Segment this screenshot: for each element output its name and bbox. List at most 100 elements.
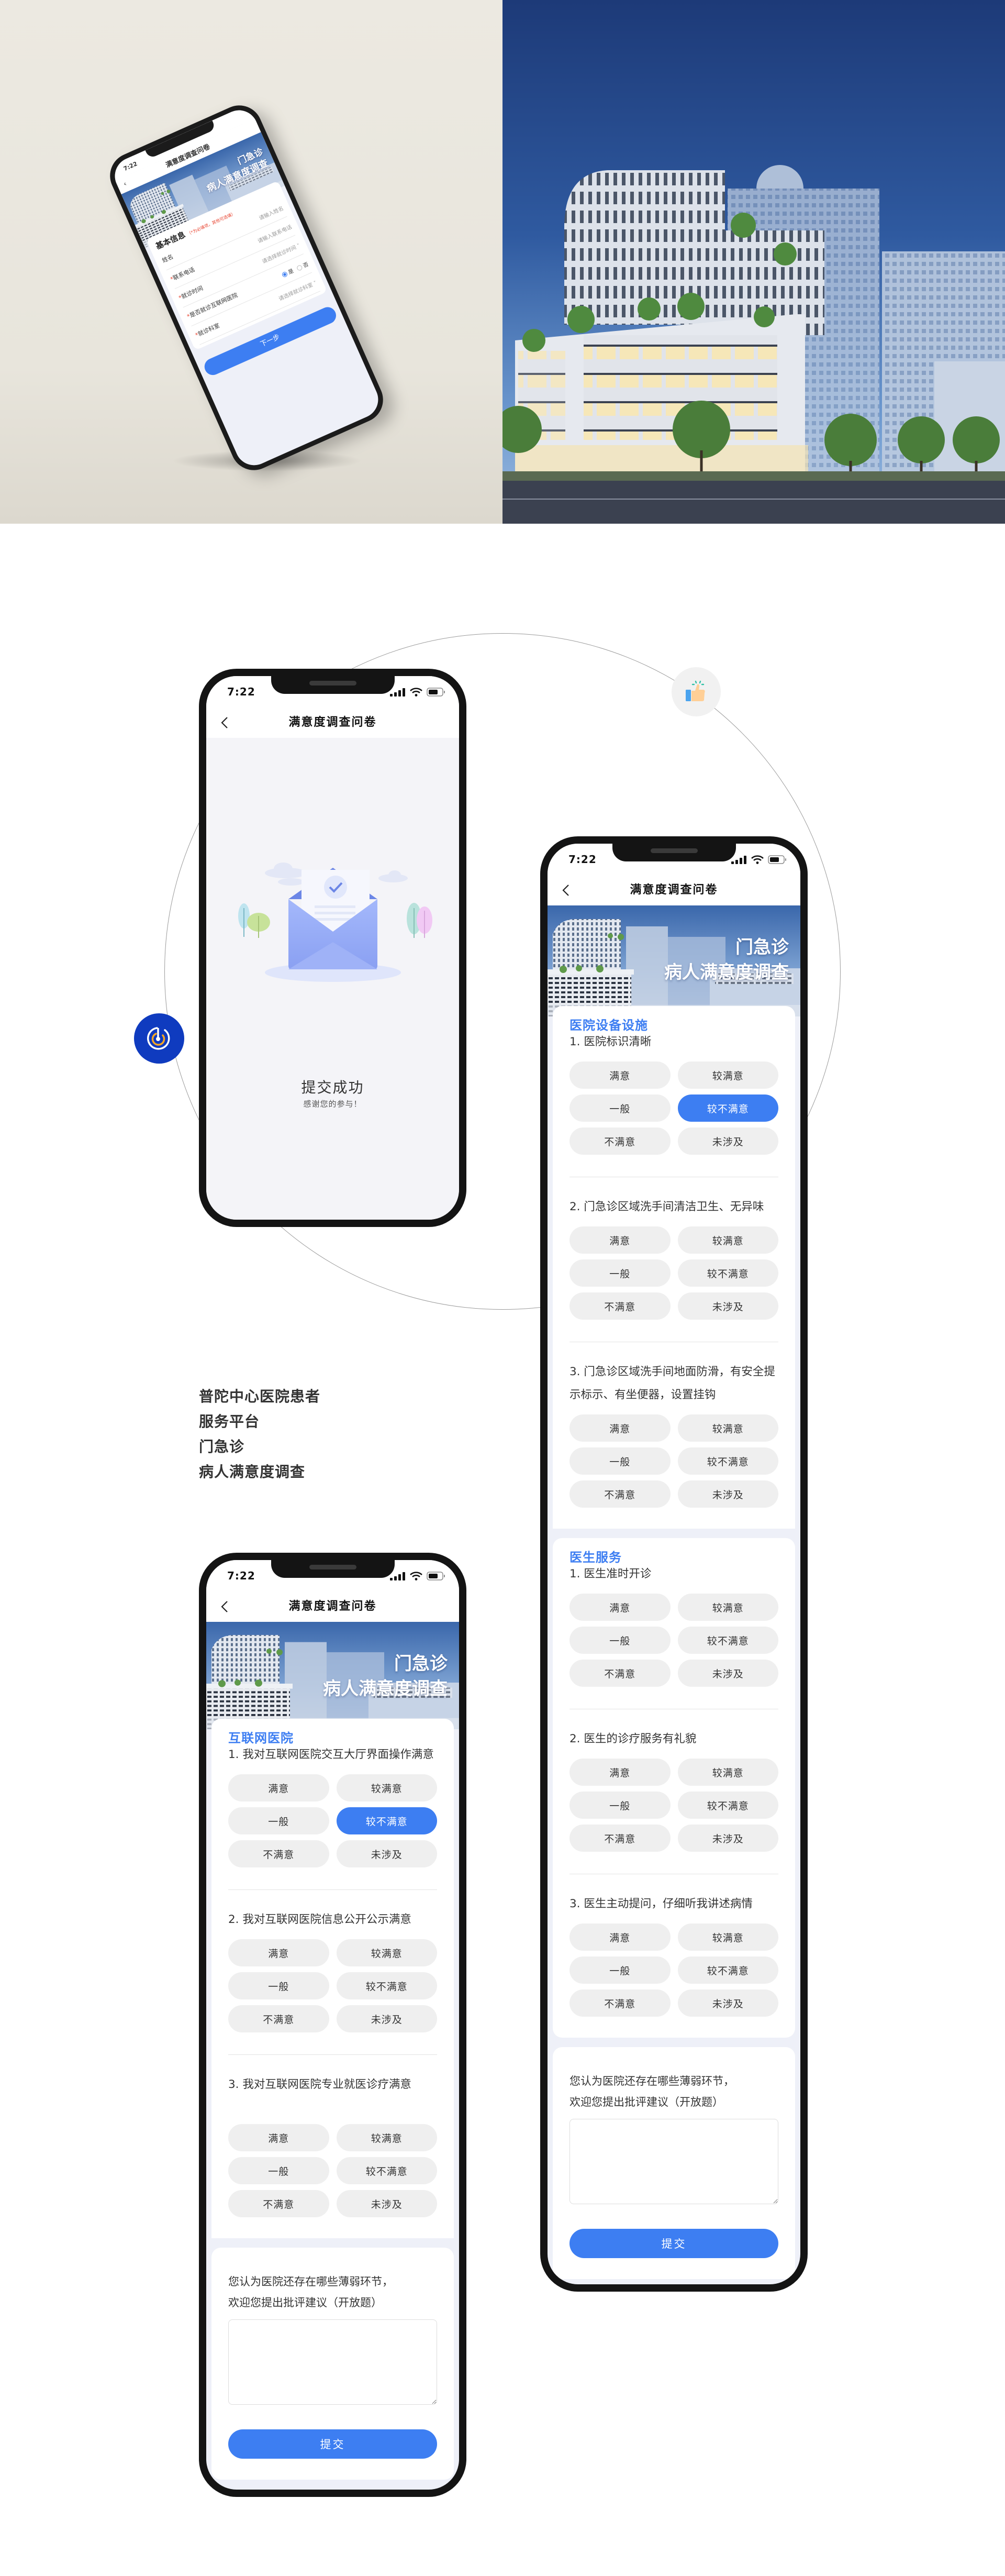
hospital-building-photo xyxy=(502,0,1005,524)
rating-option-button[interactable]: 一般 xyxy=(228,1807,329,1834)
success-content: 提交成功 感谢您的参与！ xyxy=(206,738,459,1220)
rating-option-button[interactable]: 未涉及 xyxy=(677,1127,778,1155)
field-label: *联系电话 xyxy=(169,265,196,283)
field-label: *就诊时间 xyxy=(177,284,205,302)
phone-success-screen: 7:22 满意度调查问卷 提交成功 感谢您的参与！ xyxy=(199,669,466,1227)
wifi-icon xyxy=(410,1572,422,1580)
hero-mockup-panel: 7:22 ‹ 满意度调查问卷 门急诊 病人满意度调查 基本信息（*为必填项，其他可… xyxy=(0,0,502,524)
rating-option-button[interactable]: 较不满意 xyxy=(336,1972,437,1999)
rating-option-button[interactable]: 较满意 xyxy=(677,1759,778,1786)
rating-option-button[interactable]: 满意 xyxy=(228,1774,329,1801)
rating-option-button[interactable]: 不满意 xyxy=(228,2190,329,2217)
rating-option-button[interactable]: 未涉及 xyxy=(336,1840,437,1867)
rating-option-button[interactable]: 较不满意 xyxy=(336,1807,437,1834)
question-text: 3. 我对互联网医院专业就医诊疗满意 xyxy=(228,2078,411,2091)
rating-option-button[interactable]: 满意 xyxy=(570,1759,671,1786)
rating-option-button[interactable]: 较不满意 xyxy=(677,1094,778,1122)
rating-option-button[interactable]: 较满意 xyxy=(677,1414,778,1442)
rating-option-button[interactable]: 不满意 xyxy=(570,1660,671,1687)
field-label: *就诊科室 xyxy=(194,321,221,339)
feedback-textarea[interactable] xyxy=(228,2319,437,2405)
rating-option-button[interactable]: 满意 xyxy=(570,1923,671,1951)
feedback-prompt-line: 欢迎您提出批评建议（开放题） xyxy=(570,2096,723,2108)
radio-label[interactable]: 是 xyxy=(287,268,295,275)
rating-option-button[interactable]: 较不满意 xyxy=(677,1627,778,1654)
field-label-text: 姓名 xyxy=(161,253,175,264)
rating-option-button[interactable]: 未涉及 xyxy=(677,1480,778,1508)
rating-option-button[interactable]: 未涉及 xyxy=(677,1660,778,1687)
rating-option-button[interactable]: 不满意 xyxy=(570,1480,671,1508)
chevron-left-icon[interactable] xyxy=(560,884,573,897)
rating-option-button[interactable]: 满意 xyxy=(228,2124,329,2151)
rating-option-button[interactable]: 较不满意 xyxy=(677,1259,778,1287)
tagline-line: 普陀中心医院患者 xyxy=(199,1388,321,1405)
field-value[interactable]: 请输入姓名 xyxy=(258,204,284,221)
question-text: 2. 门急诊区域洗手间清洁卫生、无异味 xyxy=(570,1200,764,1213)
rating-options: 满意 较满意 一般 较不满意 不满意 未涉及 xyxy=(570,1414,778,1508)
rating-option-button[interactable]: 较满意 xyxy=(677,1226,778,1254)
rating-option-button[interactable]: 较不满意 xyxy=(677,1447,778,1475)
submit-button[interactable]: 提交 xyxy=(228,2429,437,2459)
banner-line2: 病人满意度调查 xyxy=(323,1678,448,1699)
rating-option-button[interactable]: 较满意 xyxy=(677,1923,778,1951)
rating-option-button[interactable]: 满意 xyxy=(570,1594,671,1621)
rating-option-button[interactable]: 较满意 xyxy=(336,1939,437,1966)
rating-option-button[interactable]: 一般 xyxy=(570,1956,671,1984)
rating-option-button[interactable]: 不满意 xyxy=(228,1840,329,1867)
nav-bar: 满意度调查问卷 xyxy=(548,875,800,905)
field-label-text: 联系电话 xyxy=(172,266,196,282)
rating-option-button[interactable]: 一般 xyxy=(228,1972,329,1999)
chevron-left-icon[interactable]: ‹ xyxy=(121,177,129,192)
rating-option-button[interactable]: 未涉及 xyxy=(677,1989,778,2017)
radio-button[interactable] xyxy=(281,271,288,278)
radio-button[interactable] xyxy=(296,264,303,271)
rating-option-button[interactable]: 较不满意 xyxy=(677,1792,778,1819)
page-title: 满意度调查问卷 xyxy=(630,883,718,897)
rating-option-button[interactable]: 较满意 xyxy=(336,2124,437,2151)
thumbs-up-icon xyxy=(686,680,705,701)
rating-options: 满意 较满意 一般 较不满意 不满意 未涉及 xyxy=(570,1226,778,1320)
rating-option-button[interactable]: 不满意 xyxy=(570,1127,671,1155)
rating-option-button[interactable]: 较满意 xyxy=(336,1774,437,1801)
rating-option-button[interactable]: 较不满意 xyxy=(677,1956,778,1984)
wifi-icon xyxy=(751,855,764,864)
rating-option-button[interactable]: 满意 xyxy=(570,1226,671,1254)
rating-option-button[interactable]: 满意 xyxy=(570,1062,671,1089)
nav-bar: 满意度调查问卷 xyxy=(206,1591,459,1622)
rating-option-button[interactable]: 不满意 xyxy=(570,1989,671,2017)
status-time: 7:22 xyxy=(227,686,255,698)
phone-notch xyxy=(271,676,395,694)
rating-option-button[interactable]: 较满意 xyxy=(677,1594,778,1621)
rating-option-button[interactable]: 未涉及 xyxy=(677,1292,778,1320)
rating-option-button[interactable]: 未涉及 xyxy=(677,1825,778,1852)
power-icon xyxy=(147,1027,170,1050)
rating-option-button[interactable]: 不满意 xyxy=(570,1292,671,1320)
rating-option-button[interactable]: 一般 xyxy=(570,1094,671,1122)
rating-option-button[interactable]: 一般 xyxy=(570,1792,671,1819)
survey-section-card: 医生服务 1. 医生准时开诊 满意 较满意 一般 较不满意 不满意 未涉及 2. 医生的诊疗服务… xyxy=(553,1538,795,2038)
submit-button[interactable]: 提交 xyxy=(570,2229,778,2258)
phone-internet-hospital-survey: 7:22 满意度调查问卷 门急诊 病人满意度调查 互联网医院 1. 我对互联网医院… xyxy=(199,1553,466,2497)
feedback-textarea[interactable] xyxy=(570,2119,778,2204)
phone-screen: 7:22 满意度调查问卷 门急诊 病人满意度调查 医院设备设施 1. 医院标识清晰… xyxy=(548,844,800,2284)
success-subtitle: 感谢您的参与！ xyxy=(303,1099,362,1109)
radio-label[interactable]: 否 xyxy=(302,261,309,269)
rating-option-button[interactable]: 一般 xyxy=(570,1447,671,1475)
rating-option-button[interactable]: 不满意 xyxy=(228,2005,329,2032)
chevron-left-icon[interactable] xyxy=(219,716,231,729)
rating-option-button[interactable]: 一般 xyxy=(570,1259,671,1287)
rating-option-button[interactable]: 未涉及 xyxy=(336,2190,437,2217)
rating-option-button[interactable]: 一般 xyxy=(570,1627,671,1654)
question-text: 1. 我对互联网医院交互大厅界面操作满意 xyxy=(228,1748,434,1761)
phone-screen: 7:22 满意度调查问卷 提交成功 感谢您的参与！ xyxy=(206,676,459,1220)
chevron-left-icon[interactable] xyxy=(219,1600,231,1613)
rating-option-button[interactable]: 一般 xyxy=(228,2157,329,2184)
rating-option-button[interactable]: 不满意 xyxy=(570,1825,671,1852)
field-label-text: 就诊科室 xyxy=(197,322,221,338)
rating-option-button[interactable]: 满意 xyxy=(228,1939,329,1966)
rating-option-button[interactable]: 未涉及 xyxy=(336,2005,437,2032)
rating-option-button[interactable]: 较不满意 xyxy=(336,2157,437,2184)
rating-option-button[interactable]: 满意 xyxy=(570,1414,671,1442)
feedback-prompt-line: 您认为医院还存在哪些薄弱环节， xyxy=(570,2075,734,2087)
rating-option-button[interactable]: 较满意 xyxy=(677,1062,778,1089)
